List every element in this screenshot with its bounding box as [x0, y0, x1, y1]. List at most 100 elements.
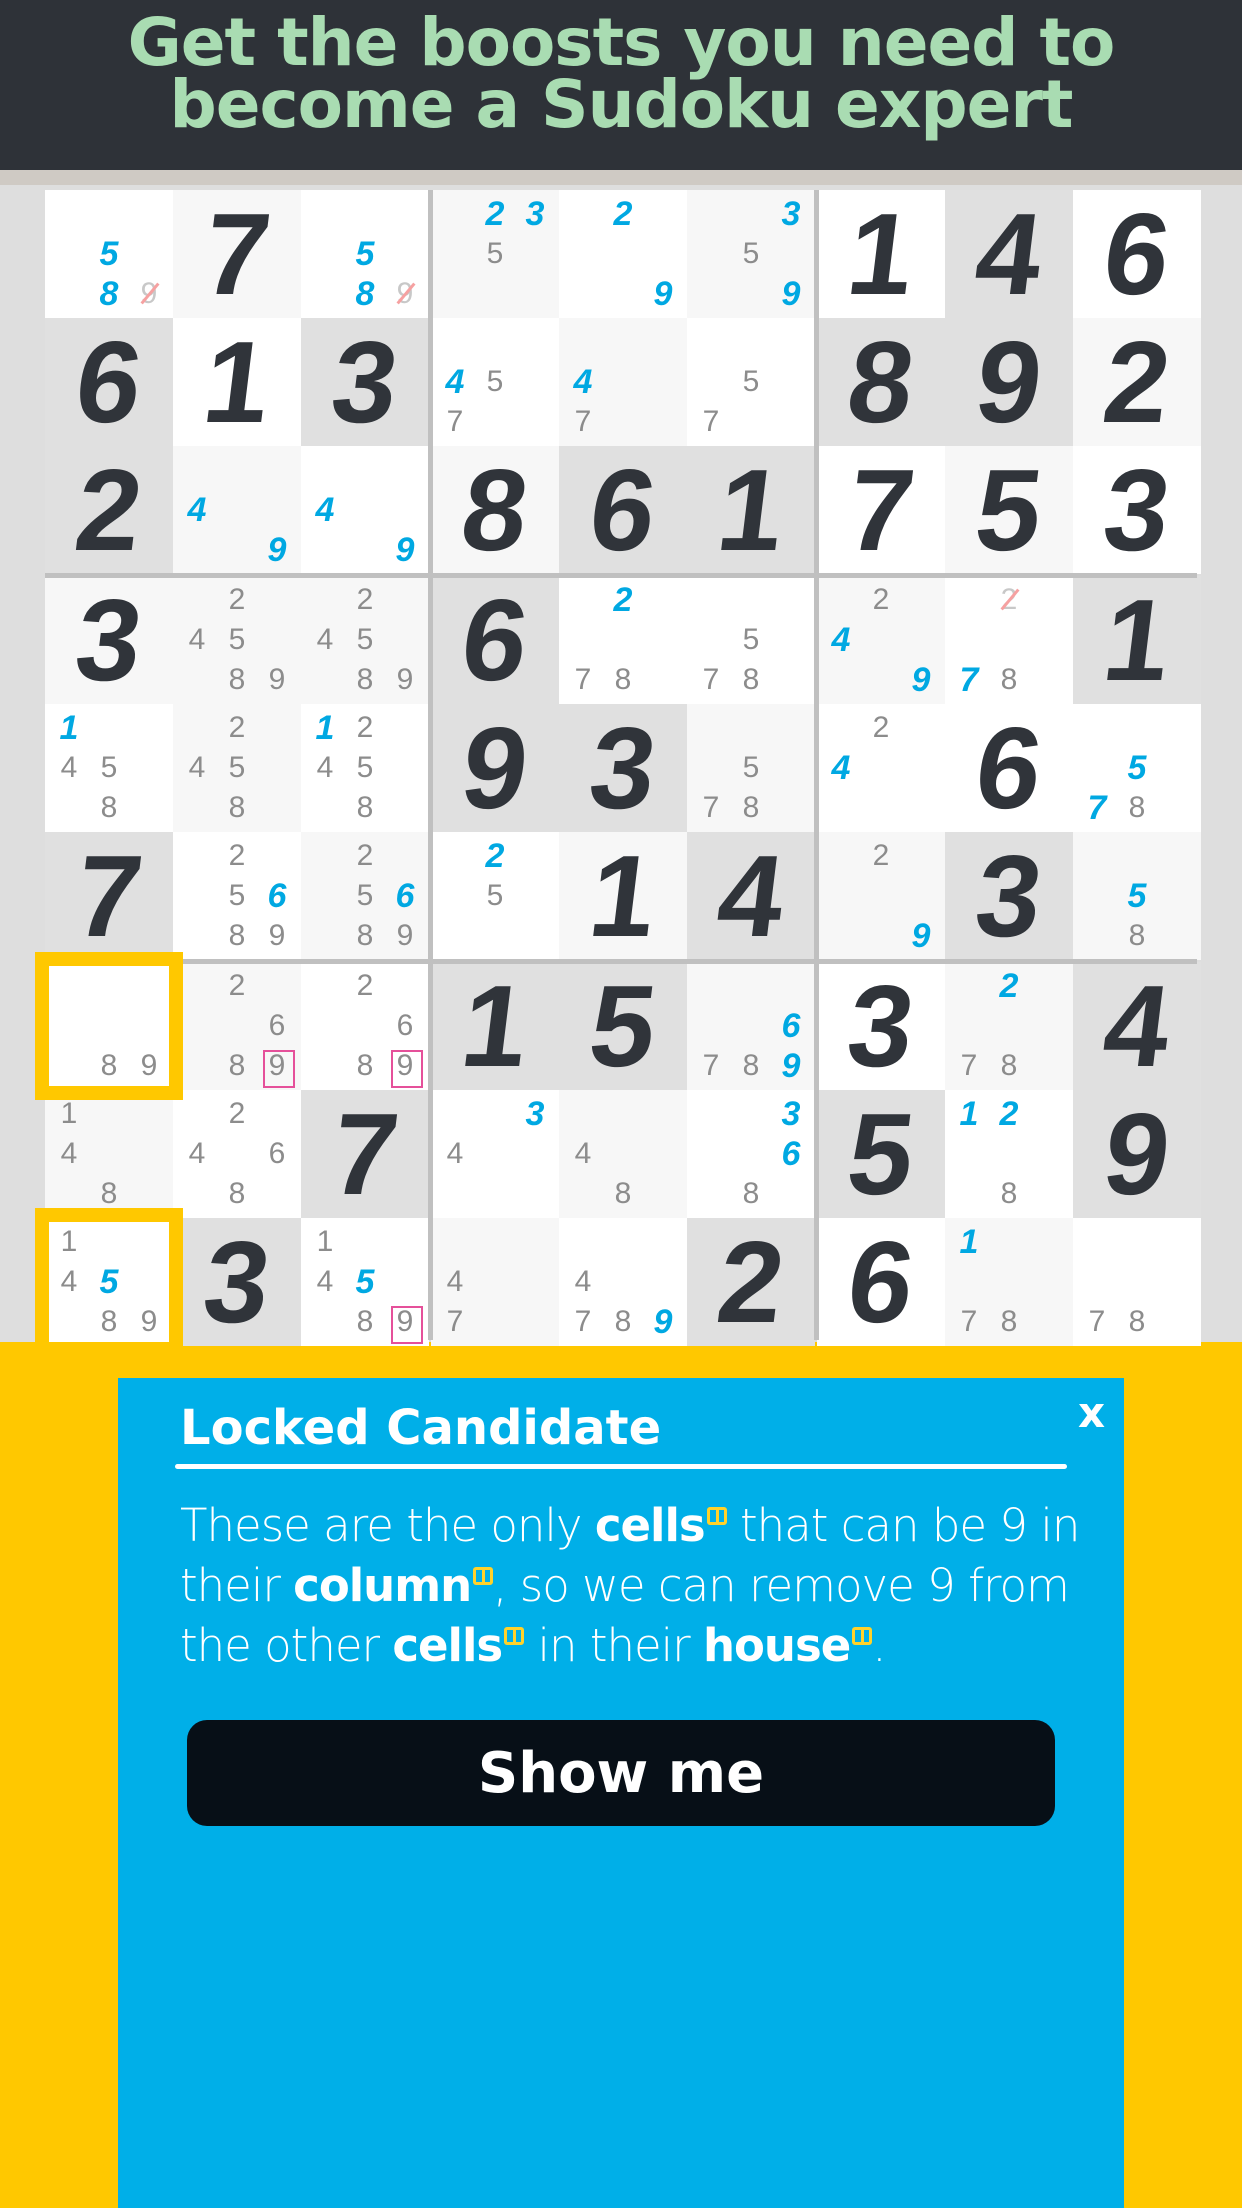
cell-r6c8[interactable]: 3 — [945, 831, 1073, 961]
cell-r9c3[interactable]: 1 45 89 — [301, 1218, 429, 1346]
cell-r5c8[interactable]: 6 — [945, 703, 1073, 833]
cell-r7c5[interactable]: 5 — [559, 961, 687, 1091]
show-me-button[interactable]: Show me — [187, 1720, 1055, 1826]
cell-r4c2[interactable]: 245 89 — [173, 576, 301, 704]
cell-r3c3[interactable]: 49 — [301, 446, 429, 574]
cell-r1c7[interactable]: 1 — [817, 189, 945, 319]
cell-r6c2[interactable]: 2 5689 — [173, 832, 301, 960]
cell-r9c8[interactable]: 1 78 — [945, 1218, 1073, 1346]
cell-r7c9[interactable]: 4 — [1073, 961, 1201, 1091]
cell-r5c2[interactable]: 245 8 — [173, 704, 301, 832]
cell-r9c9[interactable]: 78 — [1073, 1218, 1201, 1346]
given-digit: 1 — [582, 831, 664, 961]
cell-r3c5[interactable]: 6 — [559, 445, 687, 575]
cell-r1c2[interactable]: 7 — [173, 189, 301, 319]
cell-r4c4[interactable]: 6 — [431, 575, 559, 705]
cell-r5c9[interactable]: 578 — [1073, 704, 1201, 832]
cell-r4c3[interactable]: 245 89 — [301, 576, 429, 704]
glossary-term[interactable]: cells — [392, 1619, 503, 1672]
cell-r5c4[interactable]: 9 — [431, 703, 559, 833]
cell-r7c3[interactable]: 2689 — [301, 962, 429, 1090]
cell-r2c5[interactable]: 47 — [559, 318, 687, 446]
book-icon[interactable] — [852, 1627, 873, 1645]
cell-r8c7[interactable]: 5 — [817, 1089, 945, 1219]
cell-r2c9[interactable]: 2 — [1073, 317, 1201, 447]
cell-r1c9[interactable]: 6 — [1073, 189, 1201, 319]
cell-r6c9[interactable]: 58 — [1073, 832, 1201, 960]
close-button[interactable]: x — [1078, 1388, 1105, 1437]
cell-r2c6[interactable]: 57 — [687, 318, 815, 446]
cell-r1c3[interactable]: 589 — [301, 190, 429, 318]
cell-r1c1[interactable]: 589 — [45, 190, 173, 318]
cell-r1c5[interactable]: 29 — [559, 190, 687, 318]
glossary-term[interactable]: cells — [595, 1499, 706, 1552]
candidate-2: 2 — [872, 583, 890, 616]
cell-r5c6[interactable]: 578 — [687, 704, 815, 832]
candidate-6: 6 — [781, 1134, 801, 1173]
cell-r4c1[interactable]: 3 — [45, 575, 173, 705]
cell-r5c3[interactable]: 1245 8 — [301, 704, 429, 832]
cell-r3c9[interactable]: 3 — [1073, 445, 1201, 575]
cell-r6c3[interactable]: 2 5689 — [301, 832, 429, 960]
cell-r4c8[interactable]: 2 78 — [945, 576, 1073, 704]
cell-r5c7[interactable]: 24 — [817, 704, 945, 832]
cell-r8c8[interactable]: 12 8 — [945, 1090, 1073, 1218]
candidate-2: 2 — [613, 580, 633, 619]
cell-r9c6[interactable]: 2 — [687, 1217, 815, 1347]
cell-r5c5[interactable]: 3 — [559, 703, 687, 833]
cell-r3c8[interactable]: 5 — [945, 445, 1073, 575]
cell-r4c6[interactable]: 578 — [687, 576, 815, 704]
cell-r9c2[interactable]: 3 — [173, 1217, 301, 1347]
candidate-9: 9 — [257, 1046, 297, 1088]
cell-r2c7[interactable]: 8 — [817, 317, 945, 447]
cell-r6c5[interactable]: 1 — [559, 831, 687, 961]
cell-r5c1[interactable]: 1 45 8 — [45, 704, 173, 832]
cell-r6c1[interactable]: 7 — [45, 831, 173, 961]
cell-r3c6[interactable]: 1 — [687, 445, 815, 575]
cell-r7c2[interactable]: 2689 — [173, 962, 301, 1090]
cell-r4c9[interactable]: 1 — [1073, 575, 1201, 705]
cell-r7c4[interactable]: 1 — [431, 961, 559, 1091]
candidate-2: 2 — [228, 583, 246, 616]
cell-r8c4[interactable]: 34 — [431, 1090, 559, 1218]
candidate-7: 7 — [960, 1049, 978, 1082]
cell-r3c7[interactable]: 7 — [817, 445, 945, 575]
cell-r9c5[interactable]: 4 789 — [559, 1218, 687, 1346]
cell-r6c7[interactable]: 29 — [817, 832, 945, 960]
cell-r2c8[interactable]: 9 — [945, 317, 1073, 447]
cell-r1c6[interactable]: 359 — [687, 190, 815, 318]
book-icon[interactable] — [504, 1627, 525, 1645]
cell-r2c4[interactable]: 457 — [431, 318, 559, 446]
candidate-3: 3 — [525, 194, 545, 233]
cell-r9c1[interactable]: 1 45 89 — [35, 1208, 183, 1356]
cell-r3c2[interactable]: 49 — [173, 446, 301, 574]
cell-r1c4[interactable]: 235 — [431, 190, 559, 318]
cell-r7c7[interactable]: 3 — [817, 961, 945, 1091]
cell-r7c1[interactable]: 89 — [35, 952, 183, 1100]
cell-r8c2[interactable]: 24 68 — [173, 1090, 301, 1218]
cell-r2c3[interactable]: 3 — [301, 317, 429, 447]
cell-r6c6[interactable]: 4 — [687, 831, 815, 961]
cell-r3c1[interactable]: 2 — [45, 445, 173, 575]
cell-r8c6[interactable]: 368 — [687, 1090, 815, 1218]
cell-r4c5[interactable]: 2 78 — [559, 576, 687, 704]
hint-panel: Locked Candidate x These are the only ce… — [118, 1378, 1124, 2208]
cell-r9c4[interactable]: 47 — [431, 1218, 559, 1346]
cell-r9c7[interactable]: 6 — [817, 1217, 945, 1347]
cell-r6c4[interactable]: 25 — [431, 832, 559, 960]
cell-r8c9[interactable]: 9 — [1073, 1089, 1201, 1219]
book-icon[interactable] — [706, 1507, 727, 1525]
glossary-term[interactable]: column — [293, 1559, 472, 1612]
cell-r4c7[interactable]: 24 9 — [817, 576, 945, 704]
book-icon[interactable] — [473, 1567, 494, 1585]
cell-r8c3[interactable]: 7 — [301, 1089, 429, 1219]
cell-r8c1[interactable]: 1 48 — [45, 1090, 173, 1218]
glossary-term[interactable]: house — [703, 1619, 851, 1672]
cell-r2c2[interactable]: 1 — [173, 317, 301, 447]
cell-r3c4[interactable]: 8 — [431, 445, 559, 575]
cell-r7c6[interactable]: 6 789 — [687, 962, 815, 1090]
cell-r1c8[interactable]: 4 — [945, 189, 1073, 319]
cell-r7c8[interactable]: 2 78 — [945, 962, 1073, 1090]
cell-r8c5[interactable]: 48 — [559, 1090, 687, 1218]
cell-r2c1[interactable]: 6 — [45, 317, 173, 447]
